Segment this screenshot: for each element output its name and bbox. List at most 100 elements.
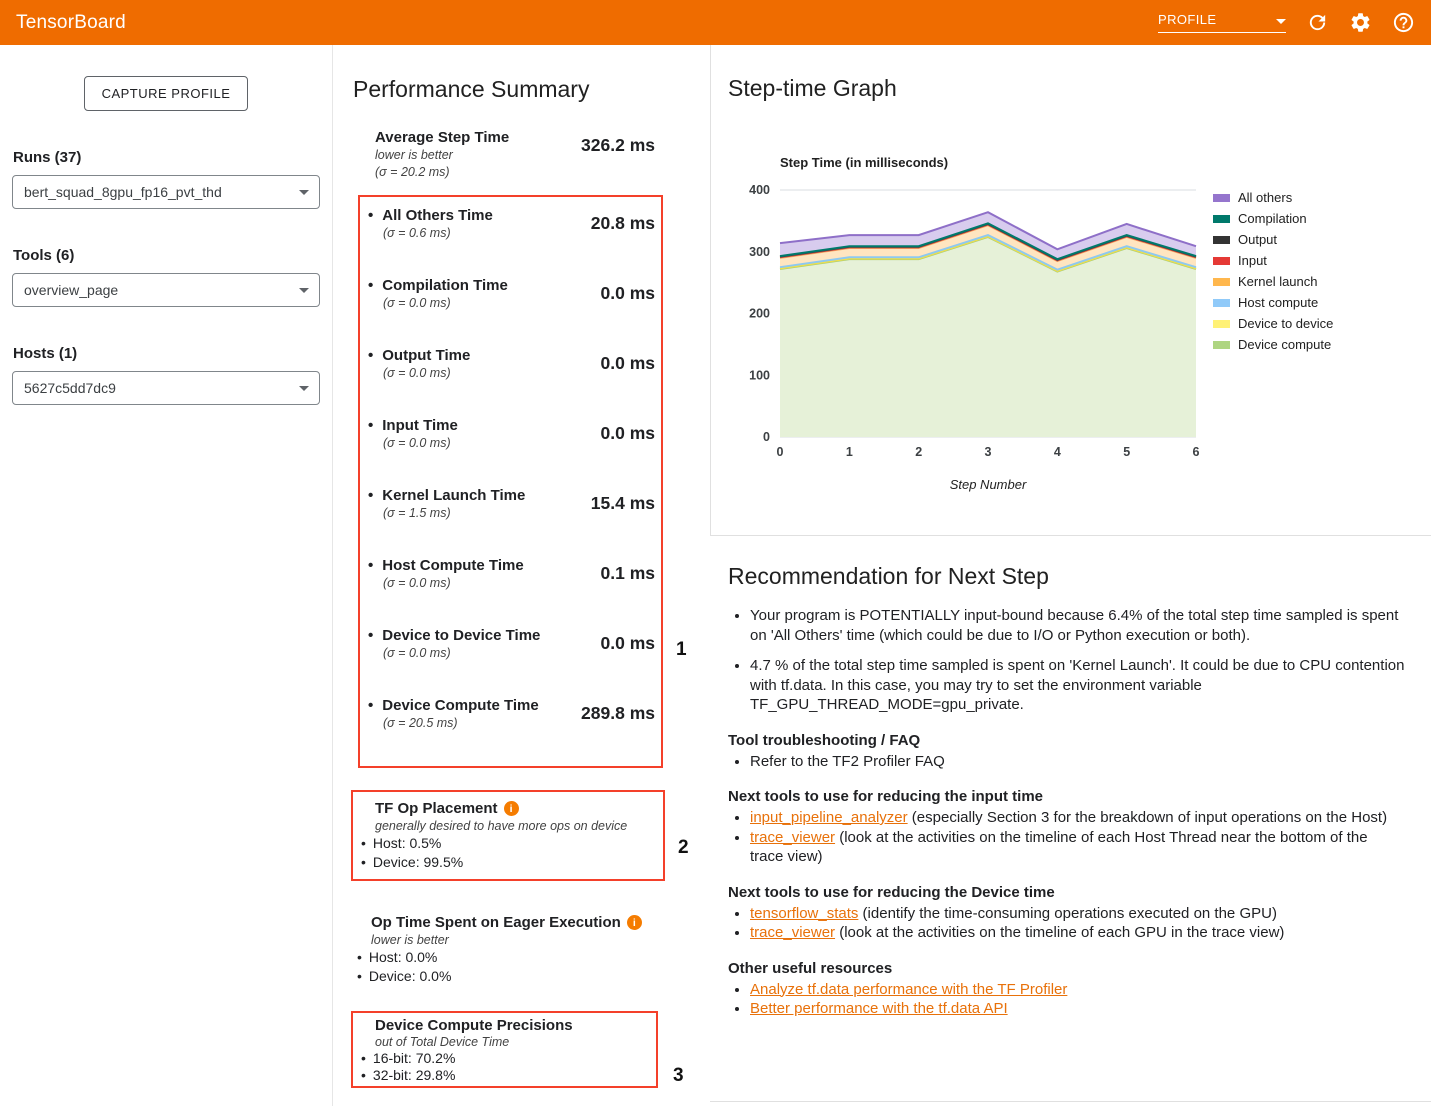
eager-title: Op Time Spent on Eager Execution bbox=[371, 913, 621, 932]
metric-sigma: (σ = 20.5 ms) bbox=[383, 715, 539, 732]
metric-value: 0.0 ms bbox=[601, 423, 655, 486]
metric-sigma: (σ = 0.6 ms) bbox=[383, 225, 493, 242]
trace-viewer-link[interactable]: trace_viewer bbox=[750, 829, 835, 846]
svg-text:200: 200 bbox=[749, 307, 770, 321]
legend-label: Device compute bbox=[1238, 338, 1331, 351]
info-icon[interactable]: i bbox=[504, 801, 519, 816]
metric-row: Host Compute Time(σ = 0.0 ms) 0.1 ms bbox=[368, 556, 655, 626]
legend-label: Input bbox=[1238, 254, 1267, 267]
legend-label: Output bbox=[1238, 233, 1277, 246]
faq-item: Refer to the TF2 Profiler FAQ bbox=[750, 752, 1405, 772]
legend-item: Host compute bbox=[1213, 296, 1333, 309]
legend-swatch-icon bbox=[1213, 299, 1230, 307]
precisions-note: out of Total Device Time bbox=[375, 1035, 646, 1050]
legend-item: Kernel launch bbox=[1213, 275, 1333, 288]
legend-label: Host compute bbox=[1238, 296, 1318, 309]
resources-heading: Other useful resources bbox=[728, 960, 1405, 977]
svg-text:300: 300 bbox=[749, 245, 770, 259]
tf-op-placement-title: TF Op Placement bbox=[375, 799, 498, 818]
trace-viewer-link[interactable]: trace_viewer bbox=[750, 924, 835, 941]
chart-x-axis-label: Step Number bbox=[780, 477, 1196, 492]
input-tools-list: input_pipeline_analyzer (especially Sect… bbox=[728, 808, 1405, 867]
performance-summary-title: Performance Summary bbox=[353, 76, 710, 103]
legend-swatch-icon bbox=[1213, 257, 1230, 265]
capture-profile-button[interactable]: CAPTURE PROFILE bbox=[84, 76, 249, 111]
metric-name: Compilation Time bbox=[368, 276, 508, 295]
metric-row: Input Time(σ = 0.0 ms) 0.0 ms bbox=[368, 416, 655, 486]
recommendation-bullets: Your program is POTENTIALLY input-bound … bbox=[728, 606, 1405, 715]
metric-name: Output Time bbox=[368, 346, 470, 365]
hosts-label: Hosts (1) bbox=[13, 345, 332, 362]
tool-item: input_pipeline_analyzer (especially Sect… bbox=[750, 808, 1405, 828]
precisions-16bit: 16-bit: 70.2% bbox=[361, 1050, 646, 1067]
legend-item: Input bbox=[1213, 254, 1333, 267]
legend-swatch-icon bbox=[1213, 236, 1230, 244]
legend-swatch-icon bbox=[1213, 320, 1230, 328]
header-actions: PROFILE bbox=[1158, 11, 1415, 34]
legend-label: Compilation bbox=[1238, 212, 1307, 225]
metric-sigma: (σ = 1.5 ms) bbox=[383, 505, 525, 522]
info-icon[interactable]: i bbox=[627, 915, 642, 930]
reload-icon[interactable] bbox=[1306, 11, 1329, 34]
tools-label: Tools (6) bbox=[13, 247, 332, 264]
metric-note: lower is better bbox=[375, 147, 509, 164]
metric-row: Device to Device Time(σ = 0.0 ms) 0.0 ms bbox=[368, 626, 655, 696]
sidebar: CAPTURE PROFILE Runs (37) bert_squad_8gp… bbox=[0, 45, 333, 1106]
tool-item-text: (identify the time-consuming operations … bbox=[858, 905, 1277, 922]
legend-item: Device to device bbox=[1213, 317, 1333, 330]
metric-value: 20.8 ms bbox=[591, 213, 655, 276]
resources-list: Analyze tf.data performance with the TF … bbox=[728, 980, 1405, 1019]
tfdata-api-link[interactable]: Better performance with the tf.data API bbox=[750, 1000, 1008, 1017]
svg-text:1: 1 bbox=[846, 445, 853, 459]
eager-note: lower is better bbox=[371, 932, 710, 948]
chart-title: Step Time (in milliseconds) bbox=[780, 155, 948, 170]
chevron-down-icon bbox=[299, 288, 309, 293]
resource-item: Analyze tf.data performance with the TF … bbox=[750, 980, 1405, 1000]
runs-select-value: bert_squad_8gpu_fp16_pvt_thd bbox=[24, 184, 222, 200]
step-time-graph-title: Step-time Graph bbox=[728, 75, 897, 102]
metric-sigma: (σ = 0.0 ms) bbox=[383, 365, 470, 382]
metric-row: Output Time(σ = 0.0 ms) 0.0 ms bbox=[368, 346, 655, 416]
svg-text:5: 5 bbox=[1123, 445, 1130, 459]
tools-select[interactable]: overview_page bbox=[12, 273, 320, 307]
faq-heading: Tool troubleshooting / FAQ bbox=[728, 732, 1405, 749]
metric-sigma: (σ = 0.0 ms) bbox=[383, 435, 458, 452]
tf-op-placement-note: generally desired to have more ops on de… bbox=[375, 818, 653, 834]
legend-swatch-icon bbox=[1213, 341, 1230, 349]
metric-row: Device Compute Time(σ = 20.5 ms) 289.8 m… bbox=[368, 696, 655, 766]
dashboard-select[interactable]: PROFILE bbox=[1158, 12, 1286, 33]
tool-item-text: (especially Section 3 for the breakdown … bbox=[908, 809, 1387, 826]
legend-label: Device to device bbox=[1238, 317, 1333, 330]
tool-item: tensorflow_stats (identify the time-cons… bbox=[750, 904, 1405, 924]
runs-select[interactable]: bert_squad_8gpu_fp16_pvt_thd bbox=[12, 175, 320, 209]
eager-execution-block: Op Time Spent on Eager Execution i lower… bbox=[357, 913, 710, 985]
recommendation-bullet: Your program is POTENTIALLY input-bound … bbox=[750, 606, 1405, 645]
svg-text:0: 0 bbox=[763, 430, 770, 444]
tensorboard-profile-page: TensorBoard PROFILE CAPTURE PROFILE Runs… bbox=[0, 0, 1431, 1106]
metric-sigma: (σ = 0.0 ms) bbox=[383, 575, 524, 592]
tf-op-placement-device: Device: 99.5% bbox=[361, 853, 653, 872]
svg-text:4: 4 bbox=[1054, 445, 1061, 459]
hosts-select[interactable]: 5627c5dd7dc9 bbox=[12, 371, 320, 405]
recommendation-bullet: 4.7 % of the total step time sampled is … bbox=[750, 656, 1405, 715]
eager-host: Host: 0.0% bbox=[357, 948, 710, 967]
legend-swatch-icon bbox=[1213, 278, 1230, 286]
legend-item: Output bbox=[1213, 233, 1333, 246]
help-icon[interactable] bbox=[1392, 11, 1415, 34]
metric-value: 0.0 ms bbox=[601, 283, 655, 346]
callout-number-1: 1 bbox=[676, 639, 687, 661]
input-pipeline-analyzer-link[interactable]: input_pipeline_analyzer bbox=[750, 809, 908, 826]
metric-value: 0.0 ms bbox=[601, 353, 655, 416]
legend-label: Kernel launch bbox=[1238, 275, 1318, 288]
metric-name: Average Step Time bbox=[375, 128, 509, 147]
tools-select-value: overview_page bbox=[24, 282, 118, 298]
tensorflow-stats-link[interactable]: tensorflow_stats bbox=[750, 905, 858, 922]
legend-item: All others bbox=[1213, 191, 1333, 204]
legend-swatch-icon bbox=[1213, 194, 1230, 202]
tfdata-performance-link[interactable]: Analyze tf.data performance with the TF … bbox=[750, 981, 1067, 998]
chevron-down-icon bbox=[1276, 19, 1286, 24]
precisions-title: Device Compute Precisions bbox=[375, 1017, 573, 1035]
metric-sigma: (σ = 20.2 ms) bbox=[375, 164, 509, 181]
metric-value: 289.8 ms bbox=[581, 703, 655, 766]
settings-gear-icon[interactable] bbox=[1349, 11, 1372, 34]
